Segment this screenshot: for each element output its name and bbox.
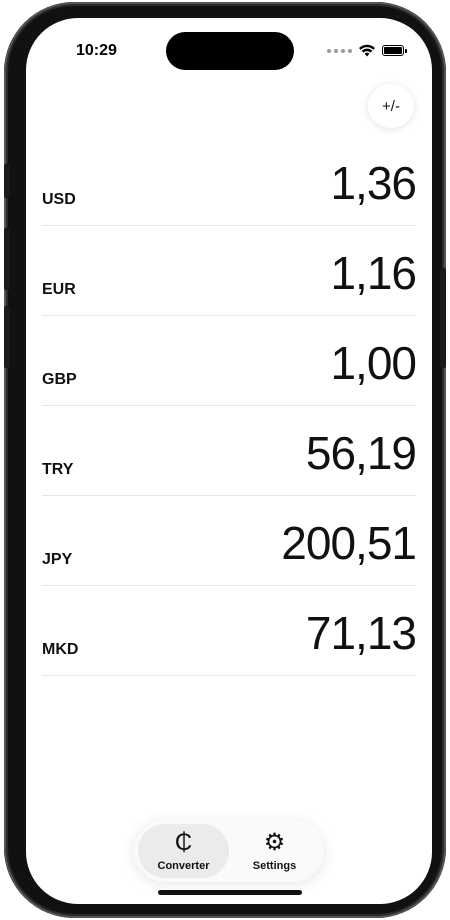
currency-row-usd[interactable]: USD 1,36 xyxy=(42,136,417,226)
currency-row-mkd[interactable]: MKD 71,13 xyxy=(42,586,417,676)
screen: 10:29 +/- USD 1,36 EUR 1,16 GBP 1,00 TRY… xyxy=(26,18,432,904)
power-button xyxy=(440,268,446,368)
status-time: 10:29 xyxy=(76,42,117,59)
currency-row-jpy[interactable]: JPY 200,51 xyxy=(42,496,417,586)
tab-settings[interactable]: ⚙ Settings xyxy=(229,824,320,878)
currency-code: USD xyxy=(42,191,76,208)
home-indicator[interactable] xyxy=(158,890,302,895)
currency-row-eur[interactable]: EUR 1,16 xyxy=(42,226,417,316)
currency-amount[interactable]: 71,13 xyxy=(306,606,417,660)
tab-label: Settings xyxy=(252,859,297,872)
phone-frame: 10:29 +/- USD 1,36 EUR 1,16 GBP 1,00 TRY… xyxy=(4,2,446,918)
dynamic-island xyxy=(166,32,294,70)
currency-code: GBP xyxy=(42,371,77,388)
currency-code: TRY xyxy=(42,461,74,478)
currency-amount[interactable]: 56,19 xyxy=(306,426,417,480)
tab-label: Converter xyxy=(157,859,210,872)
sign-toggle-button[interactable]: +/- xyxy=(368,84,414,128)
currency-row-try[interactable]: TRY 56,19 xyxy=(42,406,417,496)
action-button xyxy=(4,164,10,198)
battery-icon xyxy=(382,45,407,56)
currency-code: JPY xyxy=(42,551,73,568)
currency-amount[interactable]: 1,00 xyxy=(330,336,417,390)
status-indicators xyxy=(327,44,407,57)
gear-icon: ⚙ xyxy=(263,828,286,856)
volume-down-button xyxy=(4,306,10,368)
volume-up-button xyxy=(4,228,10,290)
currency-amount[interactable]: 1,16 xyxy=(330,246,417,300)
wifi-icon xyxy=(359,44,375,57)
currency-amount[interactable]: 1,36 xyxy=(330,156,417,210)
cent-sign-icon: ₵ xyxy=(174,828,193,856)
currency-code: EUR xyxy=(42,281,76,298)
tab-bar: ₵ Converter ⚙ Settings xyxy=(134,820,324,882)
cellular-signal-icon xyxy=(327,48,352,53)
currency-row-gbp[interactable]: GBP 1,00 xyxy=(42,316,417,406)
tab-converter[interactable]: ₵ Converter xyxy=(138,824,229,878)
currency-amount[interactable]: 200,51 xyxy=(281,516,417,570)
currency-list: USD 1,36 EUR 1,16 GBP 1,00 TRY 56,19 JPY… xyxy=(42,136,417,676)
currency-code: MKD xyxy=(42,641,79,658)
